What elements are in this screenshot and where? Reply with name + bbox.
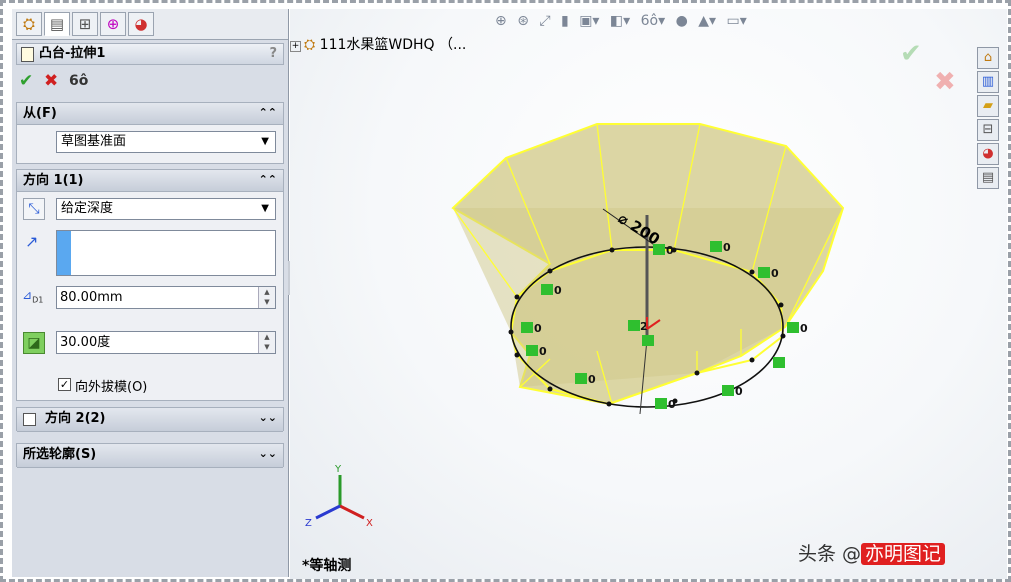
graphics-viewport[interactable]: ⊕ ⊛ ⤢ ▮ ▣▾ ◧▾ 6ô▾ ● ▲▾ ▭▾ + ⛭ 111水果篮WDHQ … <box>290 9 1007 579</box>
from-select[interactable]: 草图基准面 ▼ <box>56 131 276 153</box>
home-tab[interactable]: ⌂ <box>977 47 999 69</box>
help-button[interactable]: ? <box>269 44 277 64</box>
reverse-direction-button[interactable]: ⤡ <box>23 198 45 220</box>
depth-value: 80.00mm <box>60 290 123 305</box>
task-pane-tabs: ⌂ ▥ ▰ ⊟ ◕ ▤ <box>977 47 1001 191</box>
chevron-up-icon: ⌃⌃ <box>258 106 277 119</box>
watermark-name: 亦明图记 <box>861 543 946 565</box>
manager-tabs: ⛭ ▤ ⊞ ⊕ ◕ <box>12 9 288 40</box>
resources-tab[interactable]: ▥ <box>977 71 999 93</box>
direction-arrow-icon: ↗ <box>25 232 39 251</box>
end-condition-value: 给定深度 <box>61 201 114 216</box>
relation-label: 0 <box>588 373 596 386</box>
draft-outward-checkbox[interactable]: ✓ <box>58 378 71 391</box>
reverse-direction-icon: ⤡ <box>28 201 40 217</box>
custom-properties-icon: ▤ <box>981 170 995 185</box>
relation-label: 0 <box>534 322 542 335</box>
appearances-tab[interactable]: ◕ <box>977 143 999 165</box>
direction2-group-title: 方向 2(2) <box>45 411 106 426</box>
view-orientation-label: *等轴测 <box>302 558 352 574</box>
draft-angle-spinner[interactable]: ▲ ▼ <box>258 332 275 353</box>
display-manager-tab[interactable]: ◕ <box>128 12 154 36</box>
feature-icon <box>21 47 34 62</box>
relation-label: 0 <box>666 244 674 257</box>
x-axis-label: X <box>366 518 373 529</box>
end-condition-select[interactable]: 给定深度 ▼ <box>56 198 276 220</box>
property-manager-tab[interactable]: ▤ <box>44 12 70 36</box>
z-axis-label: Z <box>305 518 312 529</box>
direction1-group: 方向 1(1) ⌃⌃ ⤡ 给定深度 ▼ ↗ ⊿D1 80.00mm ▲ ▼ ◪ 3… <box>16 169 284 401</box>
preview-button[interactable]: 6ô <box>69 73 88 89</box>
configuration-manager-tab[interactable]: ⊞ <box>72 12 98 36</box>
from-group-header[interactable]: 从(F) ⌃⌃ <box>17 103 283 125</box>
from-select-value: 草图基准面 <box>61 134 127 149</box>
selection-active-bar <box>57 231 71 275</box>
relation-label: 0 <box>771 267 779 280</box>
feature-title-bar: 凸台-拉伸1 ? <box>16 43 284 65</box>
appearances-icon: ◕ <box>982 146 994 161</box>
y-axis-label: Y <box>334 464 342 475</box>
draft-icon: ◪ <box>27 335 41 351</box>
chevron-down-icon: ⌄⌄ <box>258 447 277 460</box>
direction2-group-header[interactable]: 方向 2(2) ⌄⌄ <box>17 408 283 432</box>
depth-icon: ⊿D1 <box>22 288 44 305</box>
property-manager-panel: ⛭ ▤ ⊞ ⊕ ◕ 凸台-拉伸1 ? ✔ ✖ 6ô 从(F) ⌃⌃ 草图基准面 … <box>12 9 289 577</box>
relation-label: 0 <box>735 385 743 398</box>
cancel-button[interactable]: ✖ <box>44 71 58 91</box>
file-explorer-tab[interactable]: ▰ <box>977 95 999 117</box>
chevron-down-icon: ▼ <box>261 203 269 214</box>
depth-spinner[interactable]: ▲ ▼ <box>258 287 275 308</box>
direction1-group-title: 方向 1(1) <box>23 173 84 188</box>
dimxpert-tab[interactable]: ⊕ <box>100 12 126 36</box>
relation-label: 0 <box>668 398 676 411</box>
draft-outward-label: 向外拔模(O) <box>75 380 148 395</box>
axis-triad: Y X Z <box>305 464 373 529</box>
relation-label: 0 <box>800 322 808 335</box>
chevron-up-icon: ⌃⌃ <box>258 173 277 186</box>
from-group-title: 从(F) <box>23 106 57 121</box>
depth-input[interactable]: 80.00mm ▲ ▼ <box>56 286 276 309</box>
custom-properties-tab[interactable]: ▤ <box>977 167 999 189</box>
display-manager-icon: ◕ <box>134 15 148 33</box>
model-canvas: ⌀ 200 0 0 0 0 0 0 0 0 0 0 2 Y X Z <box>305 123 845 529</box>
ok-button[interactable]: ✔ <box>19 71 33 91</box>
chevron-down-icon: ▼ <box>261 136 269 147</box>
direction-selection-box[interactable] <box>56 230 276 276</box>
relation-label: 0 <box>554 284 562 297</box>
direction2-checkbox[interactable] <box>23 413 36 426</box>
draft-angle-input[interactable]: 30.00度 ▲ ▼ <box>56 331 276 354</box>
window: ⛭ ▤ ⊞ ⊕ ◕ 凸台-拉伸1 ? ✔ ✖ 6ô 从(F) ⌃⌃ 草图基准面 … <box>0 0 1011 582</box>
direction1-group-header[interactable]: 方向 1(1) ⌃⌃ <box>17 170 283 192</box>
feature-manager-icon: ⛭ <box>22 15 35 33</box>
direction2-group: 方向 2(2) ⌄⌄ <box>16 407 284 432</box>
watermark: 头条 @ 亦明图记 <box>798 539 946 566</box>
property-manager-icon: ▤ <box>49 15 65 33</box>
relation-label: 0 <box>723 241 731 254</box>
selected-contours-title: 所选轮廓(S) <box>23 447 97 462</box>
watermark-prefix: 头条 @ <box>798 543 862 565</box>
configuration-manager-icon: ⊞ <box>78 15 92 33</box>
feature-title: 凸台-拉伸1 <box>39 46 106 61</box>
view-palette-icon: ⊟ <box>982 122 994 137</box>
draft-toggle-button[interactable]: ◪ <box>23 332 45 354</box>
library-icon: ▥ <box>981 74 995 89</box>
selected-contours-group: 所选轮廓(S) ⌄⌄ <box>16 443 284 468</box>
selected-contours-header[interactable]: 所选轮廓(S) ⌄⌄ <box>17 444 283 468</box>
folder-icon: ▰ <box>983 98 993 113</box>
dimxpert-icon: ⊕ <box>106 15 120 33</box>
home-icon: ⌂ <box>983 50 993 65</box>
relation-label: 0 <box>539 345 547 358</box>
feature-manager-tab[interactable]: ⛭ <box>16 12 42 36</box>
draft-angle-value: 30.00度 <box>60 335 111 350</box>
chevron-down-icon: ⌄⌄ <box>258 411 277 424</box>
view-palette-tab[interactable]: ⊟ <box>977 119 999 141</box>
from-group: 从(F) ⌃⌃ 草图基准面 ▼ <box>16 102 284 164</box>
